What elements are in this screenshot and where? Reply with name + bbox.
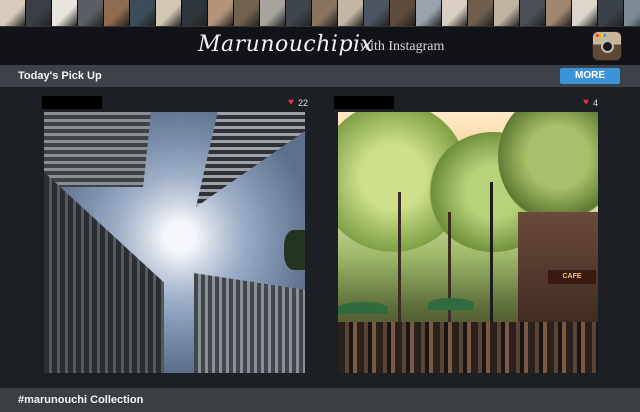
thumbnail-image[interactable] [572,0,598,26]
skyscrapers-looking-up-photo[interactable] [44,112,305,373]
thumbnail-image[interactable] [468,0,494,26]
thumbnail-image[interactable] [182,0,208,26]
thumbnail-image[interactable] [130,0,156,26]
umbrella [428,298,474,310]
thumbnail-image[interactable] [208,0,234,26]
cafe-sign: CAFE [548,270,596,284]
like-count-value: 22 [297,98,308,108]
thumbnail-image[interactable] [156,0,182,26]
rainbow-stripe [596,34,606,37]
thumbnail-image[interactable] [0,0,26,26]
building [196,112,305,207]
post-card: ♥ 4 CAFE [334,87,604,377]
collection-title: #marunouchi Collection [18,394,144,406]
building [44,172,164,373]
thumbnail-image[interactable] [416,0,442,26]
thumbnail-image[interactable] [520,0,546,26]
heart-icon: ♥ [288,97,294,108]
collection-section-bar: #marunouchi Collection [0,388,640,412]
thumbnail-image[interactable] [546,0,572,26]
thumbnail-image[interactable] [390,0,416,26]
site-header: Marunouchipix with Instagram [0,26,640,65]
instagram-camera-icon[interactable] [592,31,622,61]
tree [284,230,305,270]
thumbnail-image[interactable] [442,0,468,26]
pickup-title: Today's Pick Up [18,70,102,82]
site-logo[interactable]: Marunouchipix [198,32,373,57]
redacted-username[interactable] [42,96,102,109]
thumbnail-image[interactable] [78,0,104,26]
pickup-section-bar: Today's Pick Up [0,65,640,87]
lens [601,40,614,53]
tree-lined-street-cafe-photo[interactable]: CAFE [338,112,598,373]
post-card: ♥ 22 [40,87,310,377]
thumbnail-image[interactable] [364,0,390,26]
pickup-content: ♥ 22 ♥ 4 CAFE [0,87,640,388]
thumbnail-strip [0,0,640,26]
crowd [338,322,598,373]
redacted-username[interactable] [334,96,394,109]
more-button[interactable]: MORE [560,68,620,84]
thumbnail-image[interactable] [26,0,52,26]
site-tagline: with Instagram [360,39,445,54]
building [194,273,305,373]
thumbnail-image[interactable] [286,0,312,26]
thumbnail-image[interactable] [624,0,640,26]
thumbnail-image[interactable] [52,0,78,26]
thumbnail-image[interactable] [312,0,338,26]
building [44,112,151,187]
umbrella [338,302,388,314]
thumbnail-image[interactable] [234,0,260,26]
tree-trunk [398,192,401,342]
heart-icon: ♥ [583,97,589,108]
thumbnail-image[interactable] [598,0,624,26]
like-count[interactable]: ♥ 22 [288,97,308,109]
thumbnail-image[interactable] [494,0,520,26]
like-count[interactable]: ♥ 4 [583,97,598,109]
thumbnail-image[interactable] [104,0,130,26]
thumbnail-image[interactable] [338,0,364,26]
like-count-value: 4 [592,98,598,108]
thumbnail-image[interactable] [260,0,286,26]
